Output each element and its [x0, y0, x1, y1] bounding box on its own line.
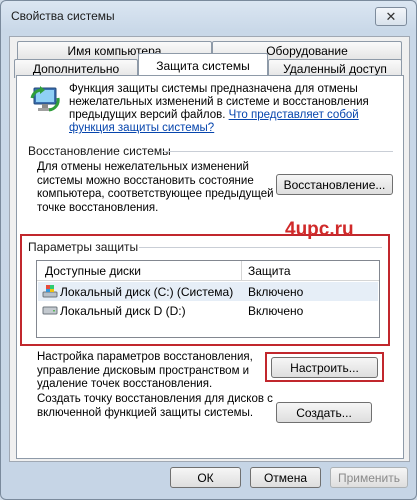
ok-button[interactable]: ОК	[170, 467, 241, 488]
system-protection-page: Функция защиты системы предназначена для…	[16, 75, 404, 459]
system-drive-icon	[42, 284, 58, 299]
restore-desc-line: компьютера, соответствующее предыдущей	[37, 188, 274, 200]
configure-desc-line: Настройка параметров восстановления,	[37, 351, 253, 363]
tab-label: Удаленный доступ	[283, 62, 387, 76]
restore-section-heading: Восстановление системы	[28, 144, 171, 158]
configure-desc-line: удаление точек восстановления.	[37, 378, 213, 390]
restore-button[interactable]: Восстановление...	[276, 174, 393, 195]
system-properties-window: Свойства системы ✕ Имя компьютера Оборуд…	[0, 0, 417, 500]
restore-desc-line: Для отмены нежелательных изменений	[37, 161, 249, 173]
configure-desc-line: управление дисковым пространством и	[37, 364, 250, 377]
tab-label: Защита системы	[156, 59, 250, 73]
create-button[interactable]: Создать...	[276, 402, 372, 423]
window-title: Свойства системы	[11, 9, 115, 23]
ok-button-label: ОК	[197, 470, 214, 485]
title-bar[interactable]: Свойства системы ✕	[1, 1, 416, 31]
column-header-drives[interactable]: Доступные диски	[45, 264, 141, 278]
drive-name: Локальный диск (C:) (Система)	[60, 285, 234, 299]
drive-status: Включено	[248, 304, 304, 318]
restore-button-label: Восстановление...	[283, 177, 386, 192]
drives-list[interactable]: Доступные диски Защита Локальный диск (C…	[36, 260, 380, 338]
create-description: Создать точку восстановления для дисков …	[37, 393, 273, 420]
help-link[interactable]: Что представляет собой	[229, 109, 359, 121]
close-button[interactable]: ✕	[375, 7, 407, 26]
configure-description: Настройка параметров восстановления, упр…	[37, 351, 253, 392]
cancel-button-label: Отмена	[263, 470, 308, 485]
intro-line: Функция защиты системы предназначена для…	[69, 83, 358, 95]
tab-system-protection[interactable]: Защита системы	[138, 53, 268, 75]
close-icon: ✕	[385, 9, 397, 24]
intro-text: Функция защиты системы предназначена для…	[69, 83, 369, 135]
drive-status: Включено	[248, 285, 304, 299]
create-desc-line: включенной функцией защиты системы.	[37, 406, 254, 419]
cancel-button[interactable]: Отмена	[250, 467, 321, 488]
drives-list-header: Доступные диски Защита	[37, 261, 379, 281]
restore-description: Для отмены нежелательных изменений систе…	[37, 161, 274, 215]
protection-separator	[139, 247, 382, 248]
tab-label: Дополнительно	[32, 62, 120, 76]
configure-button-label: Настроить...	[290, 360, 359, 375]
intro-line: нежелательных изменений в системе и восс…	[69, 96, 369, 108]
restore-separator	[163, 151, 393, 152]
column-divider	[241, 261, 242, 280]
restore-desc-line: точке восстановления.	[37, 201, 159, 214]
drive-icon	[42, 305, 58, 316]
site-watermark: 4upc.ru	[285, 219, 354, 240]
help-link-continued[interactable]: функция защиты системы?	[69, 122, 214, 134]
configure-button[interactable]: Настроить...	[271, 357, 378, 378]
drive-name: Локальный диск D (D:)	[60, 304, 186, 318]
tab-label: Оборудование	[266, 44, 348, 58]
intro-line: предыдущих версий файлов.	[69, 109, 226, 121]
column-header-protection[interactable]: Защита	[248, 264, 291, 278]
apply-button-label: Применить	[337, 470, 400, 485]
drive-row-d[interactable]: Локальный диск D (D:) Включено	[38, 301, 378, 320]
protection-section-heading: Параметры защиты	[28, 240, 139, 254]
create-desc-line: Создать точку восстановления для дисков …	[37, 393, 273, 405]
drive-row-c[interactable]: Локальный диск (C:) (Система) Включено	[38, 282, 378, 301]
restore-desc-line: системы можно восстановить состояние	[37, 174, 254, 187]
create-button-label: Создать...	[296, 405, 352, 420]
system-protection-icon	[29, 84, 63, 118]
apply-button[interactable]: Применить	[330, 467, 408, 488]
